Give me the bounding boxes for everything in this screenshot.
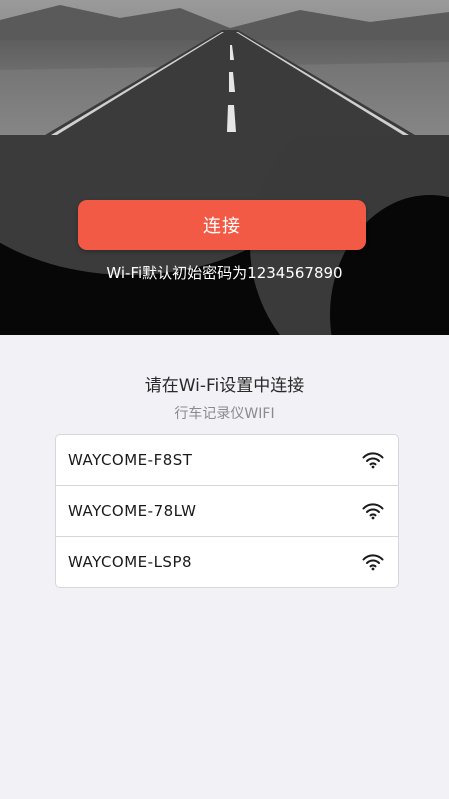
wifi-network-row[interactable]: WAYCOME-78LW: [56, 486, 398, 537]
hero-road-image: [0, 0, 449, 138]
wifi-ssid: WAYCOME-F8ST: [68, 451, 193, 469]
wifi-network-list: WAYCOME-F8ST WAYCOME-78LW WAYCOME-LSP8: [55, 434, 399, 588]
wifi-icon: [362, 554, 384, 571]
wifi-icon: [362, 503, 384, 520]
wifi-icon: [362, 452, 384, 469]
wifi-ssid: WAYCOME-78LW: [68, 502, 197, 520]
connect-instruction-title: 请在Wi-Fi设置中连接: [144, 376, 305, 396]
connect-button[interactable]: 连接: [78, 200, 366, 250]
default-password-hint: Wi-Fi默认初始密码为1234567890: [106, 264, 343, 282]
wifi-network-row[interactable]: WAYCOME-LSP8: [56, 537, 398, 587]
connect-instruction-subtitle: 行车记录仪WIFI: [174, 406, 275, 422]
wifi-network-row[interactable]: WAYCOME-F8ST: [56, 435, 398, 486]
wifi-ssid: WAYCOME-LSP8: [68, 553, 193, 571]
